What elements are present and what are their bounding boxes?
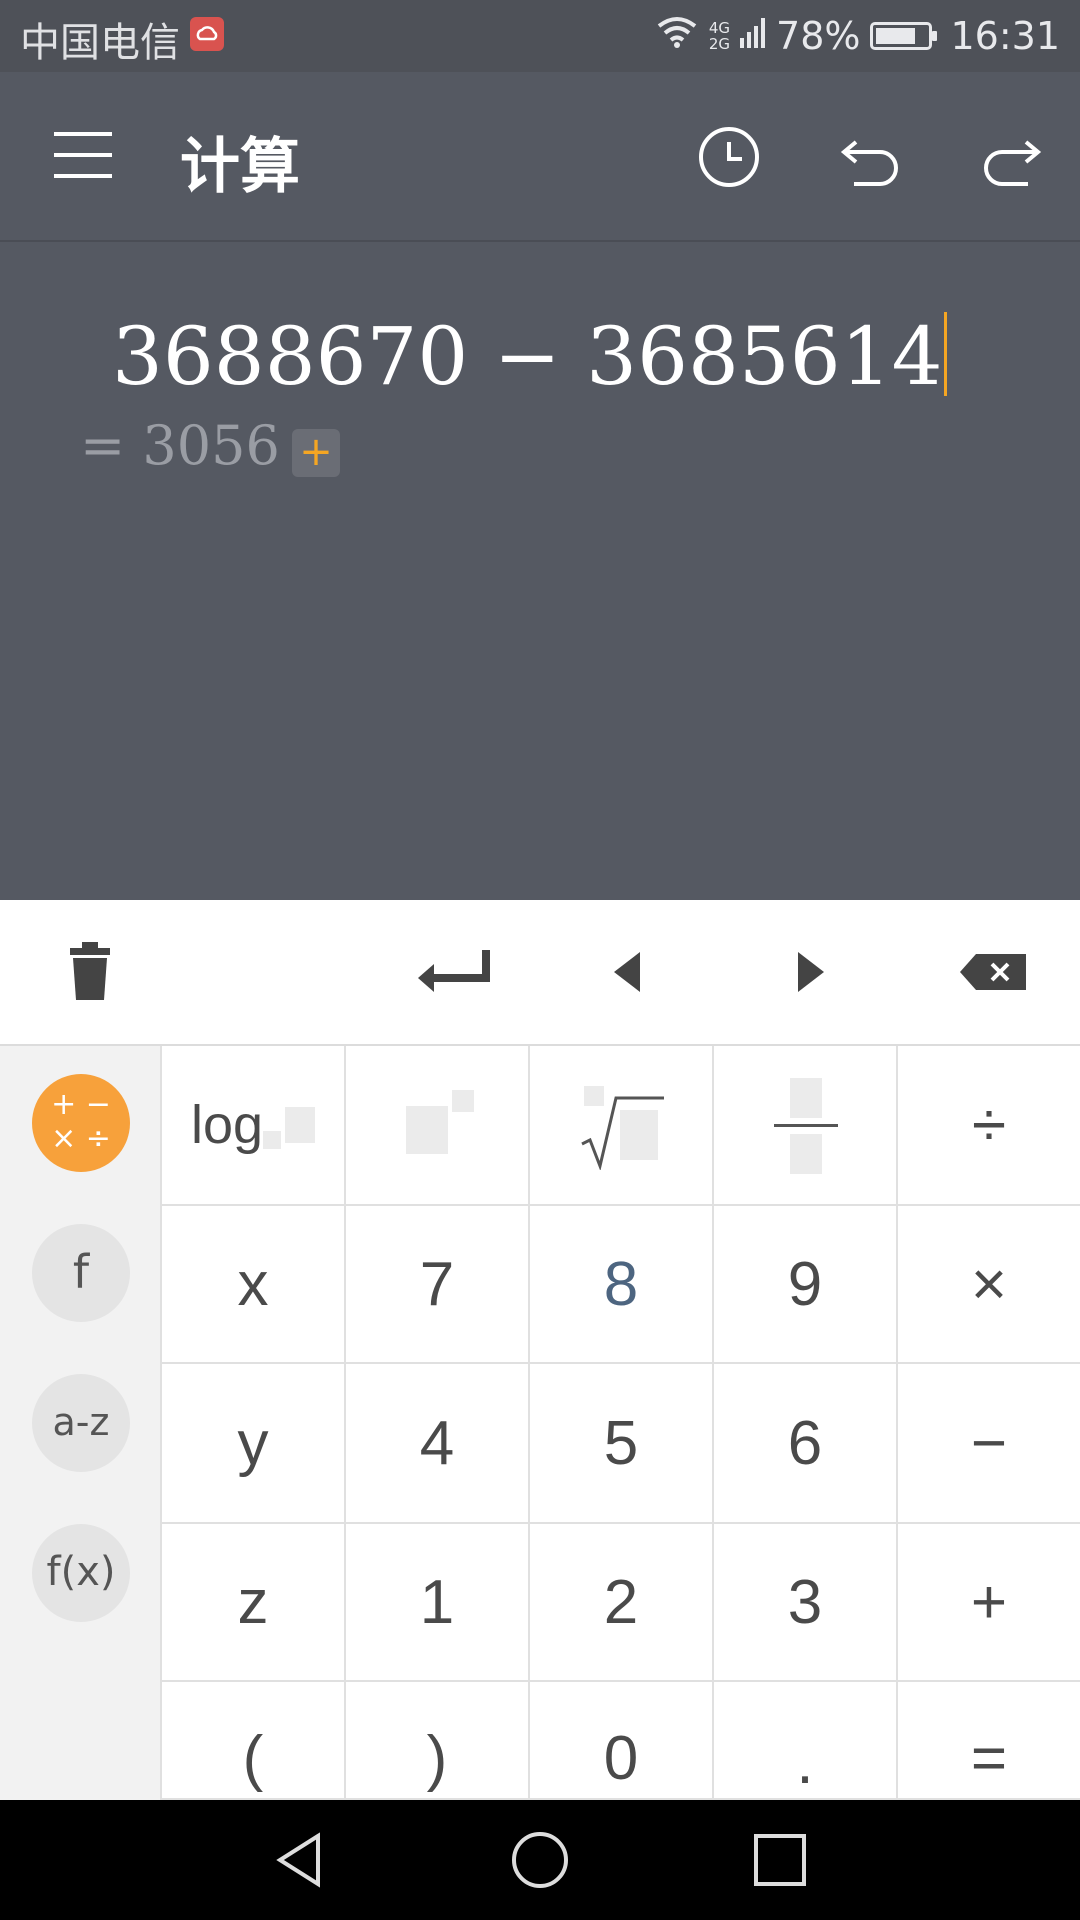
x-variable-key[interactable]: x [160, 1206, 344, 1364]
multiply-key[interactable]: × [896, 1206, 1080, 1364]
battery-icon [870, 22, 938, 50]
right-paren-key[interactable]: ) [344, 1682, 528, 1800]
three-key[interactable]: 3 [712, 1524, 896, 1682]
equals-key[interactable]: = [896, 1682, 1080, 1800]
basic-ops-mode-button[interactable]: + − × ÷ [32, 1074, 130, 1172]
page-title: 计算 [180, 132, 300, 202]
back-icon[interactable] [270, 1830, 330, 1890]
redo-icon[interactable] [976, 122, 1046, 192]
letters-mode-button[interactable]: a-z [32, 1374, 130, 1472]
cursor-right-icon[interactable] [772, 936, 844, 1008]
four-key[interactable]: 4 [344, 1364, 528, 1524]
decimal-point-key[interactable]: . [712, 1682, 896, 1800]
log-key[interactable]: log [160, 1046, 344, 1206]
six-key[interactable]: 6 [712, 1364, 896, 1524]
cursor-left-icon[interactable] [594, 936, 666, 1008]
add-result-button[interactable]: + [292, 429, 340, 477]
clock: 16:31 [950, 14, 1060, 58]
plus-key[interactable]: + [896, 1524, 1080, 1682]
enter-icon[interactable] [412, 936, 492, 1008]
zero-key[interactable]: 0 [528, 1682, 712, 1800]
system-navigation-bar [0, 1800, 1080, 1920]
two-key[interactable]: 2 [528, 1524, 712, 1682]
text-cursor [944, 312, 948, 396]
left-paren-key[interactable]: ( [160, 1682, 344, 1800]
function-mode-button[interactable]: f [32, 1224, 130, 1322]
recents-icon[interactable] [750, 1830, 810, 1890]
five-key[interactable]: 5 [528, 1364, 712, 1524]
y-variable-key[interactable]: y [160, 1364, 344, 1524]
signal-icon [740, 14, 766, 59]
eight-key[interactable]: 8 [528, 1206, 712, 1364]
expression-area[interactable]: 3688670 − 3685614 = 3056 + [0, 242, 1080, 900]
keyboard-mode-panel: + − × ÷ f a-z f(x) [0, 1046, 160, 1800]
expression-input[interactable]: 3688670 − 3685614 [112, 310, 948, 403]
menu-icon[interactable] [54, 132, 112, 178]
one-key[interactable]: 1 [344, 1524, 528, 1682]
fraction-key[interactable] [712, 1046, 896, 1206]
backspace-icon[interactable] [954, 936, 1034, 1008]
nine-key[interactable]: 9 [712, 1206, 896, 1364]
keyboard-toolbar [0, 900, 1080, 1046]
app-bar: 计算 [0, 72, 1080, 242]
network-type: 4G 2G [708, 19, 731, 53]
history-icon[interactable] [694, 122, 764, 192]
key-grid: log ÷ x 7 8 9 × y 4 5 6 − z 1 2 3 + () … [160, 1046, 1080, 1800]
battery-percent: 78% [776, 14, 861, 58]
wifi-icon [655, 14, 699, 59]
z-variable-key[interactable]: z [160, 1524, 344, 1682]
cloud-icon [190, 17, 224, 51]
fx-mode-button[interactable]: f(x) [32, 1524, 130, 1622]
undo-icon[interactable] [836, 122, 906, 192]
trash-icon[interactable] [54, 936, 126, 1008]
result-text: = 3056 [80, 414, 280, 477]
keypad: + − × ÷ f a-z f(x) log ÷ x 7 8 9 × y 4 5… [0, 1046, 1080, 1800]
nth-root-key[interactable] [528, 1046, 712, 1206]
seven-key[interactable]: 7 [344, 1206, 528, 1364]
minus-key[interactable]: − [896, 1364, 1080, 1524]
divide-key[interactable]: ÷ [896, 1046, 1080, 1206]
carrier-name: 中国电信 [20, 20, 180, 66]
status-bar: 中国电信 4G 2G 78% 16:31 [0, 0, 1080, 72]
power-key[interactable] [344, 1046, 528, 1206]
home-icon[interactable] [510, 1830, 570, 1890]
